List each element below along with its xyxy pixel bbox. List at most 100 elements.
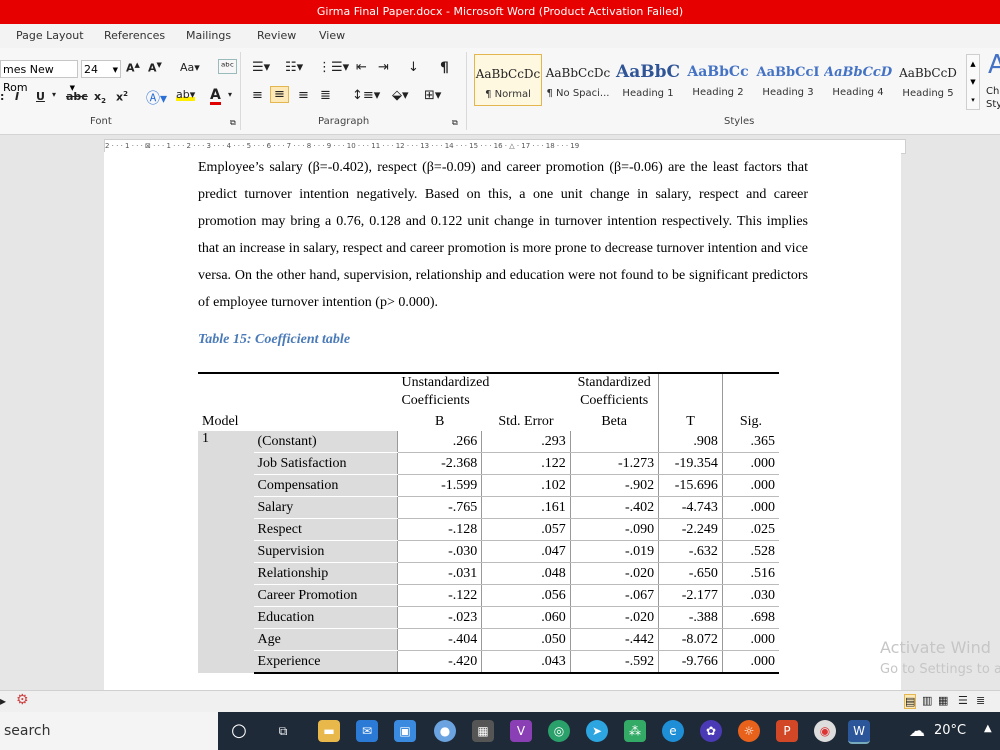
sig-value: .698 (721, 606, 779, 629)
highlight-icon[interactable]: ab▾ (176, 88, 196, 101)
weather-icon[interactable]: ☁ (906, 720, 928, 742)
increase-indent-icon[interactable]: ⇥ (378, 60, 389, 75)
dialog-launcher-icon[interactable]: ⧉ (452, 118, 458, 128)
change-styles-icon[interactable]: A (988, 50, 1000, 80)
styles-gallery-scroll[interactable]: ▲ ▼ ▾ (966, 54, 980, 110)
file-explorer-icon[interactable]: ▬ (318, 720, 340, 742)
sig-value: .000 (721, 628, 779, 651)
assistant-icon[interactable]: ● (434, 720, 456, 742)
print-layout-view-icon[interactable]: ▤ (904, 694, 917, 709)
style-normal[interactable]: AaBbCcDc ¶ Normal (474, 54, 542, 106)
style-sample: AaBbCcD (899, 66, 957, 80)
decrease-indent-icon[interactable]: ⇤ (356, 60, 367, 75)
tab-page-layout[interactable]: Page Layout (16, 29, 84, 42)
align-left-icon[interactable]: ≡ (252, 88, 263, 103)
style-name: Heading 3 (762, 87, 814, 98)
shrink-font-icon[interactable]: A▼ (148, 61, 162, 75)
change-case-icon[interactable]: Aa▾ (180, 61, 200, 74)
calculator-icon[interactable]: ▦ (472, 720, 494, 742)
text-effects-icon[interactable]: Ⓐ▾ (146, 88, 167, 108)
search-input[interactable]: search (4, 723, 51, 739)
page-indicator-icon[interactable]: ▸ (0, 694, 6, 708)
shading-icon[interactable]: ⬙▾ (392, 88, 409, 103)
style-heading-4[interactable]: AaBbCcD Heading 4 (824, 54, 892, 106)
font-size-combo[interactable]: 24 ▼ (81, 60, 121, 78)
line-spacing-icon[interactable]: ↕≡▾ (352, 88, 380, 103)
style-heading-3[interactable]: AaBbCcI Heading 3 (754, 54, 822, 106)
show-formatting-icon[interactable]: ¶ (440, 60, 449, 76)
app-icon[interactable]: V (510, 720, 532, 742)
firefox-icon[interactable]: ☼ (738, 720, 760, 742)
t-value: -9.766 (658, 650, 723, 674)
bullets-icon[interactable]: ☰▾ (252, 60, 270, 75)
temperature-label: 20°C (934, 723, 967, 738)
tab-references[interactable]: References (104, 29, 165, 42)
tab-view[interactable]: View (319, 29, 345, 42)
strikethrough-icon[interactable]: abc (66, 90, 88, 103)
numbering-icon[interactable]: ☷▾ (285, 60, 303, 75)
predictor-label: (Constant) (253, 431, 398, 453)
predictor-label: Age (253, 628, 398, 651)
chrome-icon[interactable]: ◉ (814, 720, 836, 742)
sort-icon[interactable]: ↓ (408, 60, 419, 75)
cortana-icon[interactable]: ○ (228, 720, 250, 742)
style-no-spacing[interactable]: AaBbCcDc ¶ No Spaci... (544, 54, 612, 106)
table-row: Salary -.765.161 -.402 -4.743.000 (198, 496, 779, 519)
bold-icon[interactable]: : (0, 90, 4, 103)
table-row: Supervision -.030.047 -.019 -.632.528 (198, 540, 779, 563)
multilevel-list-icon[interactable]: ⋮☰▾ (318, 60, 349, 75)
dialog-launcher-icon[interactable]: ⧉ (230, 118, 236, 128)
powerpoint-icon[interactable]: P (776, 720, 798, 742)
chevron-down-icon[interactable]: ▼ (113, 61, 118, 79)
tab-mailings[interactable]: Mailings (186, 29, 231, 42)
superscript-icon[interactable]: x2 (116, 90, 128, 104)
app-icon[interactable]: ⁂ (624, 720, 646, 742)
macro-icon[interactable]: ⚙ (16, 692, 29, 708)
t-value: -.650 (658, 562, 723, 585)
clear-format-icon[interactable]: ᵃᵇᶜ (218, 59, 238, 74)
telegram-icon[interactable]: ➤ (586, 720, 608, 742)
style-sample: AaBbCcI (756, 65, 820, 80)
t-value: .908 (658, 431, 723, 453)
font-color-icon[interactable]: A (210, 88, 221, 105)
full-screen-view-icon[interactable]: ▥ (922, 694, 932, 707)
chevron-down-icon[interactable]: ▾ (52, 90, 56, 99)
align-right-icon[interactable]: ≡ (298, 88, 309, 103)
align-center-icon[interactable]: ≡ (270, 86, 289, 103)
header-standardized: Standardized Coefficients (570, 372, 659, 410)
tab-review[interactable]: Review (257, 29, 296, 42)
predictor-label: Salary (253, 496, 398, 519)
taskbar-search-box[interactable]: search (0, 712, 218, 750)
word-icon[interactable]: W (848, 720, 870, 744)
style-heading-1[interactable]: AaBbC Heading 1 (614, 54, 682, 106)
app-icon[interactable]: ✿ (700, 720, 722, 742)
grow-font-icon[interactable]: A▲ (126, 61, 140, 75)
mail-icon[interactable]: ✉ (356, 720, 378, 742)
chevron-up-icon[interactable]: ▲ (984, 723, 992, 734)
outline-view-icon[interactable]: ☰ (958, 694, 968, 707)
document-page[interactable]: Employee’s salary (β=-0.402), respect (β… (104, 152, 901, 690)
b-value: .266 (396, 431, 482, 453)
table-row: Respect -.128.057 -.090 -2.249.025 (198, 518, 779, 541)
draft-view-icon[interactable]: ≣ (976, 694, 985, 707)
style-heading-2[interactable]: AaBbCc Heading 2 (684, 54, 752, 106)
task-view-icon[interactable]: ⧉ (272, 720, 294, 742)
subscript-icon[interactable]: x2 (94, 90, 106, 105)
table-row: Job Satisfaction -2.368.122 -1.273 -19.354.… (198, 452, 779, 475)
borders-icon[interactable]: ⊞▾ (424, 88, 441, 103)
underline-icon[interactable]: U (36, 90, 45, 103)
chevron-down-icon[interactable]: ▾ (228, 90, 232, 99)
justify-icon[interactable]: ≣ (320, 88, 331, 103)
beta-value: -.067 (569, 584, 659, 607)
italic-icon[interactable]: I (15, 90, 19, 103)
font-name-combo[interactable]: mes New Rom ▼ (0, 60, 78, 94)
std-error-value: .047 (481, 540, 571, 563)
style-heading-5[interactable]: AaBbCcD Heading 5 (894, 54, 962, 106)
beta-value: -.020 (569, 606, 659, 629)
store-icon[interactable]: ▣ (394, 720, 416, 742)
web-layout-view-icon[interactable]: ▦ (938, 694, 948, 707)
table-row: Experience -.420.043 -.592 -9.766.000 (198, 650, 779, 674)
edge-icon[interactable]: e (662, 720, 684, 742)
app-icon[interactable]: ◎ (548, 720, 570, 742)
b-value: -.030 (396, 540, 482, 563)
